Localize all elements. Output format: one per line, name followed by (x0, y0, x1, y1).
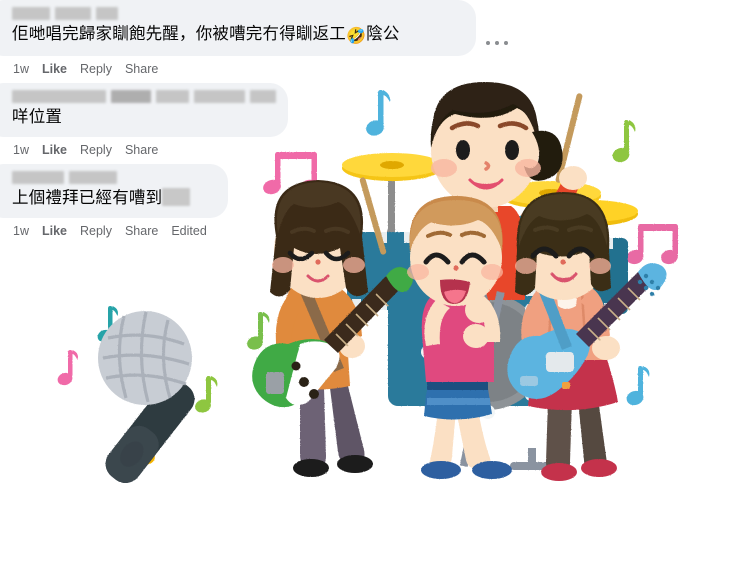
comment-timestamp: 1w (13, 143, 29, 157)
comment-emoji: 🤣 (346, 28, 367, 45)
reply-button[interactable]: Reply (80, 143, 112, 157)
ellipsis-horizontal-icon[interactable] (486, 34, 508, 52)
comment-timestamp: 1w (13, 62, 29, 76)
dot (495, 41, 499, 45)
comment-actions: 1w Like Reply Share (0, 137, 520, 164)
edited-label: Edited (171, 224, 207, 238)
comment-item: 佢哋唱完歸家瞓飽先醒，你被嘈完冇得瞓返工🤣陰公 1w Like Reply Sh… (0, 0, 520, 83)
note-green-eighth (612, 120, 636, 163)
comment-bubble: 佢哋唱完歸家瞓飽先醒，你被嘈完冇得瞓返工🤣陰公 (0, 0, 476, 56)
share-button[interactable]: Share (125, 62, 158, 76)
comment-text: 佢哋唱完歸家瞓飽先醒，你被嘈完冇得瞓返工🤣陰公 (12, 23, 464, 48)
author-name-redacted (12, 171, 216, 184)
comment-bubble: 上個禮拜已經有嘈到 (0, 164, 228, 218)
comment-text-tail: 陰公 (366, 25, 400, 43)
comment-item: 咩位置 1w Like Reply Share (0, 83, 520, 164)
like-button[interactable]: Like (42, 224, 67, 238)
note-green-eighth-mid (247, 312, 270, 350)
reply-button[interactable]: Reply (80, 62, 112, 76)
comment-text-main: 佢哋唱完歸家瞓飽先醒，你被嘈完冇得瞓返工 (12, 25, 346, 43)
author-name-redacted (12, 90, 276, 103)
comment-timestamp: 1w (13, 224, 29, 238)
author-name-redacted (12, 7, 464, 20)
comment-thread: 佢哋唱完歸家瞓飽先醒，你被嘈完冇得瞓返工🤣陰公 1w Like Reply Sh… (0, 0, 520, 245)
note-pink-beamed-right (626, 224, 678, 265)
reply-button[interactable]: Reply (80, 224, 112, 238)
share-button[interactable]: Share (125, 224, 158, 238)
comment-bubble: 咩位置 (0, 83, 288, 137)
share-button[interactable]: Share (125, 143, 158, 157)
comment-text: 上個禮拜已經有嘈到 (12, 187, 216, 210)
comment-text-main: 上個禮拜已經有嘈到 (12, 189, 163, 207)
comment-text-main: 咩位置 (12, 108, 63, 126)
dot (504, 41, 508, 45)
note-pink-eighth (57, 350, 78, 386)
note-blue-eighth-right (626, 366, 650, 406)
like-button[interactable]: Like (42, 62, 67, 76)
dot (486, 41, 490, 45)
note-green-eighth-low (195, 376, 218, 413)
like-button[interactable]: Like (42, 143, 67, 157)
comment-actions: 1w Like Reply Share Edited (0, 218, 520, 245)
comment-actions: 1w Like Reply Share (0, 56, 520, 83)
comment-text: 咩位置 (12, 106, 276, 129)
comment-text-redacted (162, 188, 191, 206)
comment-item: 上個禮拜已經有嘈到 1w Like Reply Share Edited (0, 164, 520, 245)
